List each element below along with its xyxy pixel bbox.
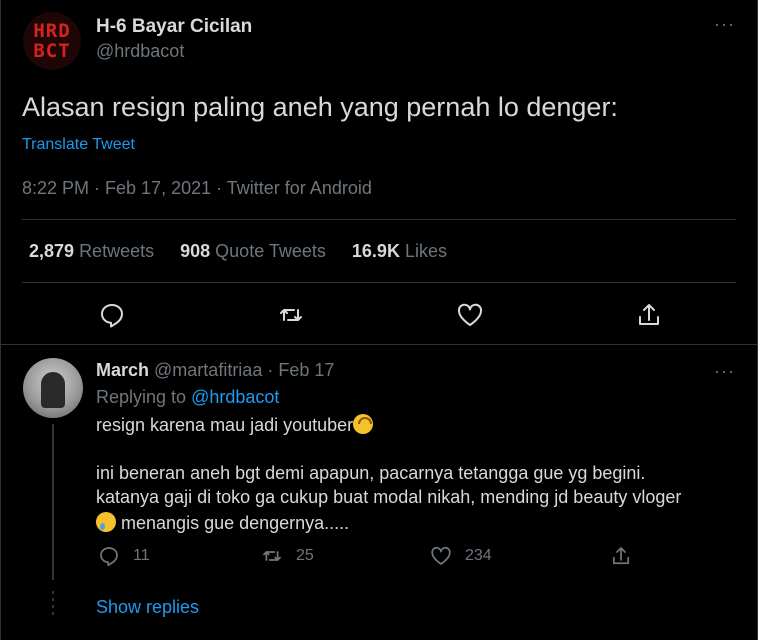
translate-tweet-link[interactable]: Translate Tweet bbox=[22, 136, 135, 154]
reply-author-avatar[interactable] bbox=[23, 358, 83, 418]
reply-line-1: resign karena mau jadi youtuber bbox=[96, 415, 354, 435]
reply-icon[interactable] bbox=[97, 300, 127, 330]
retweets-stat[interactable]: 2,879 Retweets bbox=[29, 241, 154, 262]
divider bbox=[22, 219, 736, 220]
reply-reply-button[interactable]: 11 bbox=[97, 544, 150, 568]
reply-text-line: menangis gue dengernya..... bbox=[96, 512, 349, 534]
tweet-stats: 2,879 Retweets 908 Quote Tweets 16.9K Li… bbox=[29, 241, 447, 262]
reply-retweet-button[interactable]: 25 bbox=[260, 544, 314, 568]
share-icon[interactable] bbox=[634, 300, 664, 330]
tweet-meta: 8:22 PM · Feb 17, 2021 · Twitter for And… bbox=[22, 178, 372, 198]
like-icon bbox=[429, 544, 453, 568]
author-avatar[interactable]: HRD BCT bbox=[23, 12, 81, 70]
replying-to: Replying to @hrdbacot bbox=[96, 387, 279, 408]
reply-like-button[interactable]: 234 bbox=[429, 544, 492, 568]
avatar-photo-figure bbox=[41, 372, 65, 408]
share-icon bbox=[609, 544, 633, 568]
retweet-icon bbox=[260, 544, 284, 568]
quotes-count: 908 bbox=[180, 241, 211, 261]
reply-author-name[interactable]: March bbox=[96, 360, 149, 380]
section-divider bbox=[1, 344, 757, 345]
reply-text-line: resign karena mau jadi youtuber bbox=[96, 414, 374, 436]
thread-dots bbox=[52, 591, 54, 617]
upside-down-face-emoji-icon bbox=[353, 414, 374, 434]
reply-header: March @martafitriaa · Feb 17 bbox=[96, 360, 334, 381]
reply-line-4: menangis gue dengernya..... bbox=[121, 513, 350, 533]
show-replies-link[interactable]: Show replies bbox=[96, 597, 199, 618]
more-options-icon[interactable]: ··· bbox=[714, 14, 735, 35]
author-name[interactable]: H-6 Bayar Cicilan bbox=[96, 16, 252, 38]
retweet-icon[interactable] bbox=[276, 300, 306, 330]
reply-share-button[interactable] bbox=[609, 544, 633, 568]
avatar-text-top: HRD bbox=[33, 20, 71, 42]
retweets-label: Retweets bbox=[79, 241, 155, 261]
reply-line-2: ini beneran aneh bgt demi apapun, pacarn… bbox=[96, 463, 646, 483]
reply-line-3: katanya gaji di toko ga cukup buat modal… bbox=[96, 487, 682, 507]
reply-count: 11 bbox=[133, 547, 150, 564]
divider bbox=[22, 282, 736, 283]
tweet-actions bbox=[1, 300, 758, 330]
retweets-count: 2,879 bbox=[29, 241, 75, 261]
reply-actions: 11 25 234 bbox=[1, 544, 758, 570]
quotes-stat[interactable]: 908 Quote Tweets bbox=[180, 241, 326, 262]
likes-count: 16.9K bbox=[351, 241, 400, 261]
reply-more-options-icon[interactable]: ··· bbox=[714, 361, 735, 382]
smiling-face-with-tear-emoji-icon bbox=[96, 512, 116, 532]
like-icon[interactable] bbox=[455, 300, 485, 330]
reply-author-handle[interactable]: @martafitriaa bbox=[154, 360, 262, 380]
reply-icon bbox=[97, 544, 121, 568]
author-handle[interactable]: @hrdbacot bbox=[96, 41, 184, 62]
tweet-detail-view: HRD BCT H-6 Bayar Cicilan @hrdbacot ··· … bbox=[0, 0, 758, 640]
retweet-count: 25 bbox=[296, 547, 314, 564]
avatar-text-bottom: BCT bbox=[33, 40, 71, 62]
quotes-label: Quote Tweets bbox=[215, 241, 326, 261]
like-count: 234 bbox=[465, 547, 492, 564]
replying-to-handle-link[interactable]: @hrdbacot bbox=[191, 387, 279, 407]
reply-date[interactable]: · Feb 17 bbox=[267, 360, 334, 380]
likes-label: Likes bbox=[404, 241, 447, 261]
tweet-text: Alasan resign paling aneh yang pernah lo… bbox=[22, 92, 618, 122]
replying-prefix: Replying to bbox=[96, 387, 187, 407]
likes-stat[interactable]: 16.9K Likes bbox=[352, 241, 447, 262]
